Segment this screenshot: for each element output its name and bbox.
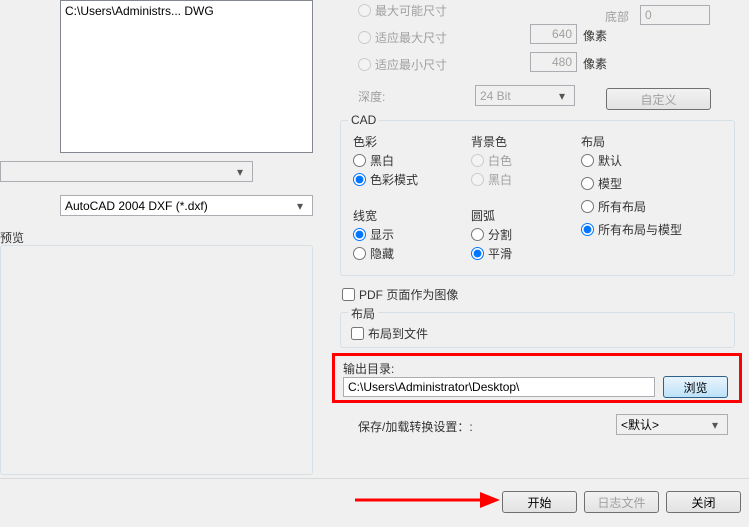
depth-label: 深度: (358, 88, 385, 105)
depth-value: 24 Bit (480, 89, 554, 103)
radio-show[interactable]: 显示 (353, 226, 394, 243)
log-file-button: 日志文件 (584, 491, 659, 513)
radio-bw[interactable]: 黑白 (353, 152, 418, 169)
pixels-label-2: 像素 (583, 55, 607, 72)
preview-box (0, 245, 313, 475)
checkbox-layout-to-file[interactable]: 布局到文件 (351, 325, 428, 342)
layout-group-legend: 布局 (348, 305, 378, 322)
layout-group-box: 布局 布局到文件 (340, 312, 735, 348)
radio-segment[interactable]: 分割 (471, 226, 512, 243)
list-item: C:\Users\Administrs... DWG (65, 3, 308, 19)
settings-dropdown[interactable]: <默认> ▾ (616, 414, 728, 435)
file-list[interactable]: C:\Users\Administrs... DWG (60, 0, 313, 153)
chevron-down-icon: ▾ (707, 418, 723, 432)
layout-label: 布局 (581, 133, 682, 150)
arc-label: 圆弧 (471, 207, 512, 224)
radio-all-layouts-model[interactable]: 所有布局与模型 (581, 221, 682, 238)
arrow-annotation (350, 485, 510, 515)
row-list-dropdown[interactable]: ▾ (0, 161, 253, 182)
format-value: AutoCAD 2004 DXF (*.dxf) (65, 199, 292, 213)
close-button[interactable]: 关闭 (666, 491, 741, 513)
output-dir-input[interactable] (343, 377, 655, 397)
radio-color-mode[interactable]: 色彩模式 (353, 171, 418, 188)
depth-dropdown: 24 Bit ▾ (475, 85, 575, 106)
radio-fit-max: 适应最大尺寸 (358, 29, 447, 46)
save-load-label: 保存/加载转换设置：: (358, 418, 473, 435)
bottom-input (640, 5, 710, 25)
radio-max-possible: 最大可能尺寸 (358, 2, 447, 19)
radio-smooth[interactable]: 平滑 (471, 245, 512, 262)
chevron-down-icon: ▾ (292, 199, 308, 213)
radio-model[interactable]: 模型 (581, 175, 682, 192)
radio-black: 黑白 (471, 171, 512, 188)
customize-button[interactable]: 自定义 (606, 88, 711, 110)
browse-button[interactable]: 浏览 (663, 376, 728, 398)
preview-label: 预览 (0, 229, 24, 246)
pixels-label-1: 像素 (583, 27, 607, 44)
min-width-input (530, 52, 577, 72)
start-button[interactable]: 开始 (502, 491, 577, 513)
radio-hide[interactable]: 隐藏 (353, 245, 394, 262)
color-label: 色彩 (353, 133, 418, 150)
radio-default[interactable]: 默认 (581, 152, 682, 169)
settings-value: <默认> (621, 416, 707, 433)
bottom-label: 底部 (605, 8, 629, 25)
bg-color-label: 背景色 (471, 133, 512, 150)
chevron-down-icon: ▾ (232, 165, 248, 179)
cad-legend: CAD (348, 113, 379, 127)
chevron-down-icon: ▾ (554, 89, 570, 103)
max-width-input (530, 24, 577, 44)
format-dropdown[interactable]: AutoCAD 2004 DXF (*.dxf) ▾ (60, 195, 313, 216)
radio-all-layouts[interactable]: 所有布局 (581, 198, 682, 215)
radio-white: 白色 (471, 152, 512, 169)
radio-fit-min: 适应最小尺寸 (358, 56, 447, 73)
checkbox-pdf-as-image[interactable]: PDF 页面作为图像 (342, 286, 458, 303)
cad-group: CAD 色彩 黑白 色彩模式 背景色 白色 黑白 布局 默认 模型 所有布局 所… (340, 120, 735, 276)
footer-separator (0, 478, 749, 479)
line-width-label: 线宽 (353, 207, 394, 224)
output-dir-label: 输出目录: (343, 360, 394, 377)
